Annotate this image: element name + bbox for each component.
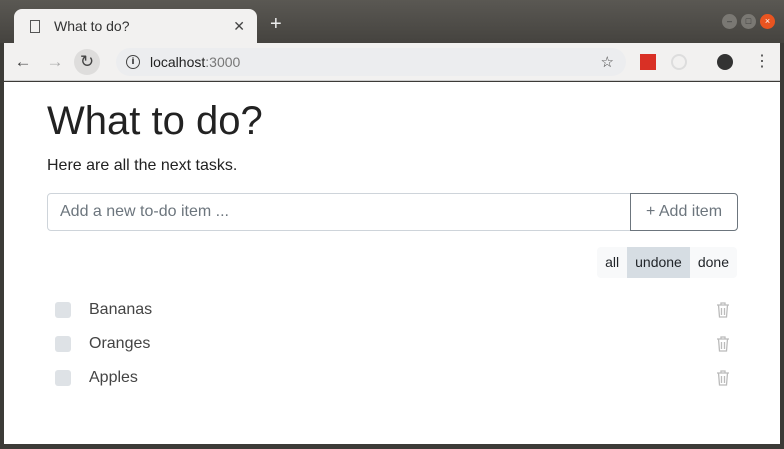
minimize-button[interactable]: – <box>722 14 737 29</box>
menu-icon[interactable]: ⋮ <box>754 54 770 70</box>
add-item-button[interactable]: + Add item <box>630 193 738 231</box>
url-port: :3000 <box>205 54 241 70</box>
list-item: Oranges <box>47 329 738 359</box>
page-subtitle: Here are all the next tasks. <box>47 157 238 174</box>
forward-button[interactable]: → <box>42 49 68 75</box>
filter-done[interactable]: done <box>690 247 737 278</box>
filter-group: all undone done <box>597 247 737 278</box>
document-icon <box>30 19 40 33</box>
trash-icon[interactable] <box>716 370 730 386</box>
item-label: Bananas <box>89 301 153 318</box>
filter-undone[interactable]: undone <box>627 247 690 278</box>
extension-icon[interactable] <box>640 54 656 70</box>
page-title: What to do? <box>47 99 263 143</box>
close-window-button[interactable]: × <box>760 14 775 29</box>
trash-icon[interactable] <box>716 336 730 352</box>
item-label: Oranges <box>89 335 151 352</box>
browser-toolbar: ← → ↻ i localhost:3000 ☆ ⋮ <box>4 43 780 81</box>
filter-all[interactable]: all <box>597 247 627 278</box>
reload-button[interactable]: ↻ <box>74 48 100 75</box>
profile-avatar[interactable] <box>717 54 733 70</box>
item-checkbox[interactable] <box>55 336 71 352</box>
address-bar[interactable]: i localhost:3000 ☆ <box>116 48 626 76</box>
back-button[interactable]: ← <box>10 49 36 75</box>
info-icon[interactable]: i <box>126 55 140 69</box>
new-item-input[interactable] <box>47 193 631 231</box>
browser-titlebar: What to do? ✕ + – □ × <box>0 0 784 43</box>
list-item: Bananas <box>47 295 738 325</box>
bookmark-star-icon[interactable]: ☆ <box>601 53 614 71</box>
browser-tab[interactable]: What to do? ✕ <box>14 9 257 43</box>
tab-title: What to do? <box>54 18 130 34</box>
new-tab-button[interactable]: + <box>270 13 282 36</box>
extension-icon[interactable] <box>671 54 687 70</box>
item-label: Apples <box>89 369 138 386</box>
url-host: localhost <box>150 54 206 70</box>
page-content: What to do? Here are all the next tasks.… <box>4 82 780 444</box>
list-item: Apples <box>47 363 738 393</box>
maximize-button[interactable]: □ <box>741 14 756 29</box>
trash-icon[interactable] <box>716 302 730 318</box>
item-checkbox[interactable] <box>55 370 71 386</box>
new-item-form: + Add item <box>47 193 738 231</box>
item-checkbox[interactable] <box>55 302 71 318</box>
close-tab-icon[interactable]: ✕ <box>233 18 245 35</box>
